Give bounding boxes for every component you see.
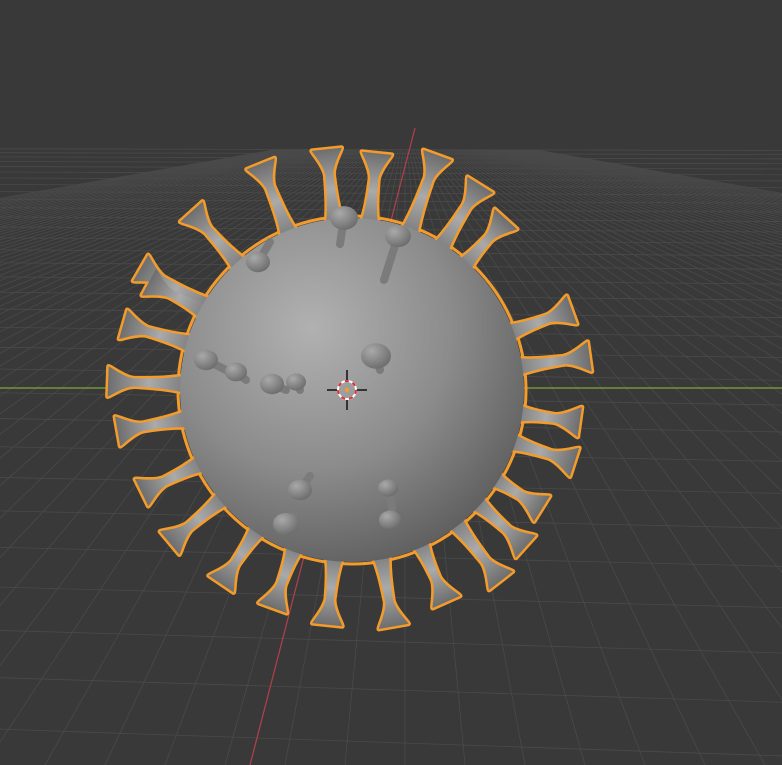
spike-head (378, 479, 398, 497)
spike-head (330, 206, 358, 230)
3d-viewport[interactable] (0, 0, 782, 765)
spike-head (379, 510, 401, 530)
spike-head (225, 362, 247, 382)
spike-head (260, 373, 284, 395)
grid-line (0, 148, 782, 151)
grid-line (0, 728, 782, 757)
spike-head (361, 343, 391, 369)
spike-head (288, 479, 312, 501)
spike-head (286, 373, 306, 391)
spike-head (273, 512, 299, 536)
spike-head (194, 349, 218, 371)
grid-line (0, 166, 782, 170)
virus-sphere-body (180, 218, 524, 562)
spike-head (246, 251, 270, 273)
grid-line (0, 677, 782, 703)
grid-line (0, 630, 782, 654)
spike-head (385, 224, 411, 248)
